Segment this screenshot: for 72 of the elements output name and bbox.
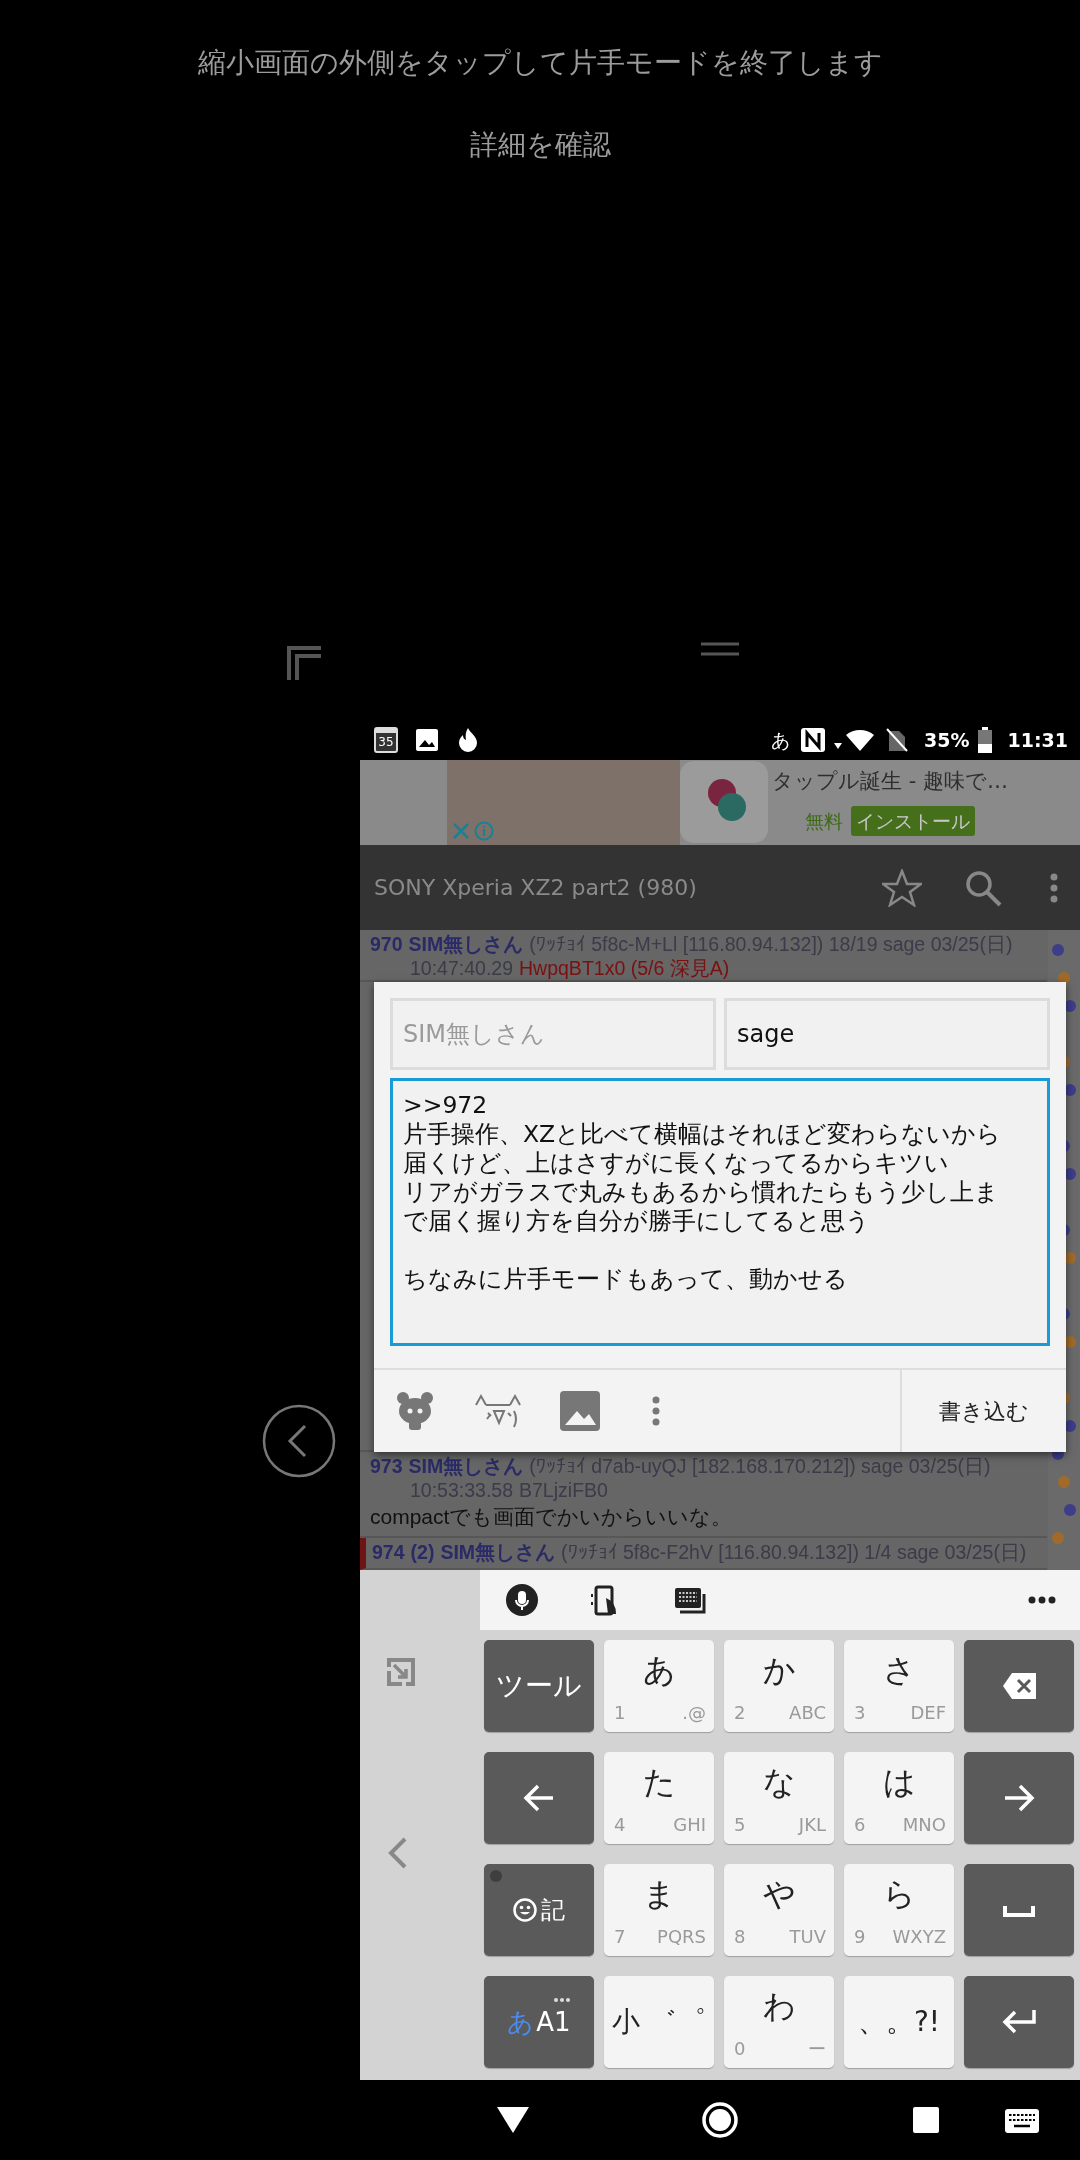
post-body: compactでも画面でかいからいいな。: [370, 1504, 734, 1530]
phone-rotate-icon[interactable]: [590, 1584, 618, 1616]
space-icon: [1003, 1903, 1035, 1917]
enter-key[interactable]: [964, 1976, 1074, 2068]
thread-title: SONY Xperia XZ2 part2 (980): [374, 874, 698, 902]
star-icon[interactable]: [882, 868, 922, 907]
backspace-key[interactable]: [964, 1640, 1074, 1732]
ime-indicator: あ: [771, 727, 791, 753]
tool-key[interactable]: ツール: [484, 1640, 594, 1732]
poster-name: SIM無しさん: [408, 1455, 524, 1477]
key[interactable]: ま 7 PQRS: [604, 1864, 714, 1956]
more-horizontal-icon[interactable]: [1028, 1596, 1056, 1604]
right-arrow-icon: [1003, 1783, 1035, 1813]
image-icon[interactable]: [560, 1391, 600, 1431]
drag-handle-icon[interactable]: [701, 642, 739, 656]
mail-field[interactable]: sage: [724, 998, 1050, 1070]
smiley-icon: [513, 1898, 537, 1922]
key[interactable]: た 4 GHI: [604, 1752, 714, 1844]
ad-title[interactable]: タップル誕生 - 趣味で…: [772, 766, 1008, 798]
submit-button[interactable]: 書き込む: [900, 1370, 1066, 1452]
key[interactable]: は 6 MNO: [844, 1752, 954, 1844]
keyboard-icon[interactable]: [674, 1586, 706, 1614]
home-circle-icon[interactable]: [701, 2101, 739, 2139]
details-link[interactable]: 詳細を確認: [469, 124, 611, 166]
microphone-icon[interactable]: [506, 1584, 538, 1616]
backspace-icon: [1001, 1672, 1037, 1700]
back-triangle-icon[interactable]: [496, 2106, 530, 2134]
ad-price: 無料: [804, 808, 843, 834]
install-button[interactable]: インストール: [850, 805, 975, 836]
nfc-icon: [800, 727, 827, 753]
key[interactable]: 小 ゛゜: [604, 1976, 714, 2068]
back-chevron-icon[interactable]: [262, 1404, 336, 1478]
poster-name: SIM無しさん: [408, 933, 524, 955]
more-options-icon[interactable]: [1050, 872, 1058, 903]
key[interactable]: わ 0 ー: [724, 1976, 834, 2068]
hint-message: 縮小画面の外側をタップして片手モードを終了します: [196, 45, 884, 81]
enter-icon: [1001, 2008, 1037, 2036]
image-icon: [415, 728, 439, 752]
no-sim-icon: [886, 727, 909, 753]
wifi-icon: [832, 727, 877, 753]
kaomoji-icon[interactable]: [474, 1393, 522, 1429]
name-field[interactable]: SIM無しさん: [390, 998, 716, 1070]
resize-corner-icon[interactable]: [287, 646, 321, 680]
chevron-left-icon[interactable]: [388, 1837, 408, 1869]
more-options-icon[interactable]: [652, 1396, 660, 1426]
key[interactable]: ら 9 WXYZ: [844, 1864, 954, 1956]
search-icon[interactable]: [964, 868, 1002, 907]
dot-icon: [490, 1870, 502, 1882]
key[interactable]: や 8 TUV: [724, 1864, 834, 1956]
right-arrow-key[interactable]: [964, 1752, 1074, 1844]
flame-icon: [456, 727, 480, 753]
resize-icon[interactable]: [386, 1657, 416, 1687]
app-logo-icon[interactable]: [680, 761, 768, 843]
status-time: 11:31: [1007, 727, 1068, 753]
left-arrow-key[interactable]: [484, 1752, 594, 1844]
key[interactable]: あ 1 .@: [604, 1640, 714, 1732]
input-mode-key[interactable]: あA1: [484, 1976, 594, 2068]
space-key[interactable]: [964, 1864, 1074, 1956]
creature-icon[interactable]: [396, 1391, 434, 1431]
key[interactable]: さ 3 DEF: [844, 1640, 954, 1732]
key[interactable]: な 5 JKL: [724, 1752, 834, 1844]
keyboard-icon[interactable]: [1005, 2109, 1039, 2133]
poster-name: SIM無しさん: [440, 1541, 556, 1563]
key[interactable]: か 2 ABC: [724, 1640, 834, 1732]
left-arrow-icon: [523, 1783, 555, 1813]
key[interactable]: 、。?!: [844, 1976, 954, 2068]
battery-percent: 35%: [924, 727, 970, 753]
battery-icon: [977, 727, 992, 753]
calendar-icon: 35: [374, 727, 398, 753]
dots-icon: [554, 1998, 570, 2002]
message-field[interactable]: >>972 片手操作、XZと比べて横幅はそれほど変わらないから 届くけど、上はさすがに長くなってるからキツい リアがガラスで丸みもあるから慣れたらもう少し上ま で届く握り方を自分が勝手にしてると思う ちなみに片手モードもあって、動かせる: [390, 1078, 1050, 1346]
emoji-symbol-key[interactable]: 記: [484, 1864, 594, 1956]
